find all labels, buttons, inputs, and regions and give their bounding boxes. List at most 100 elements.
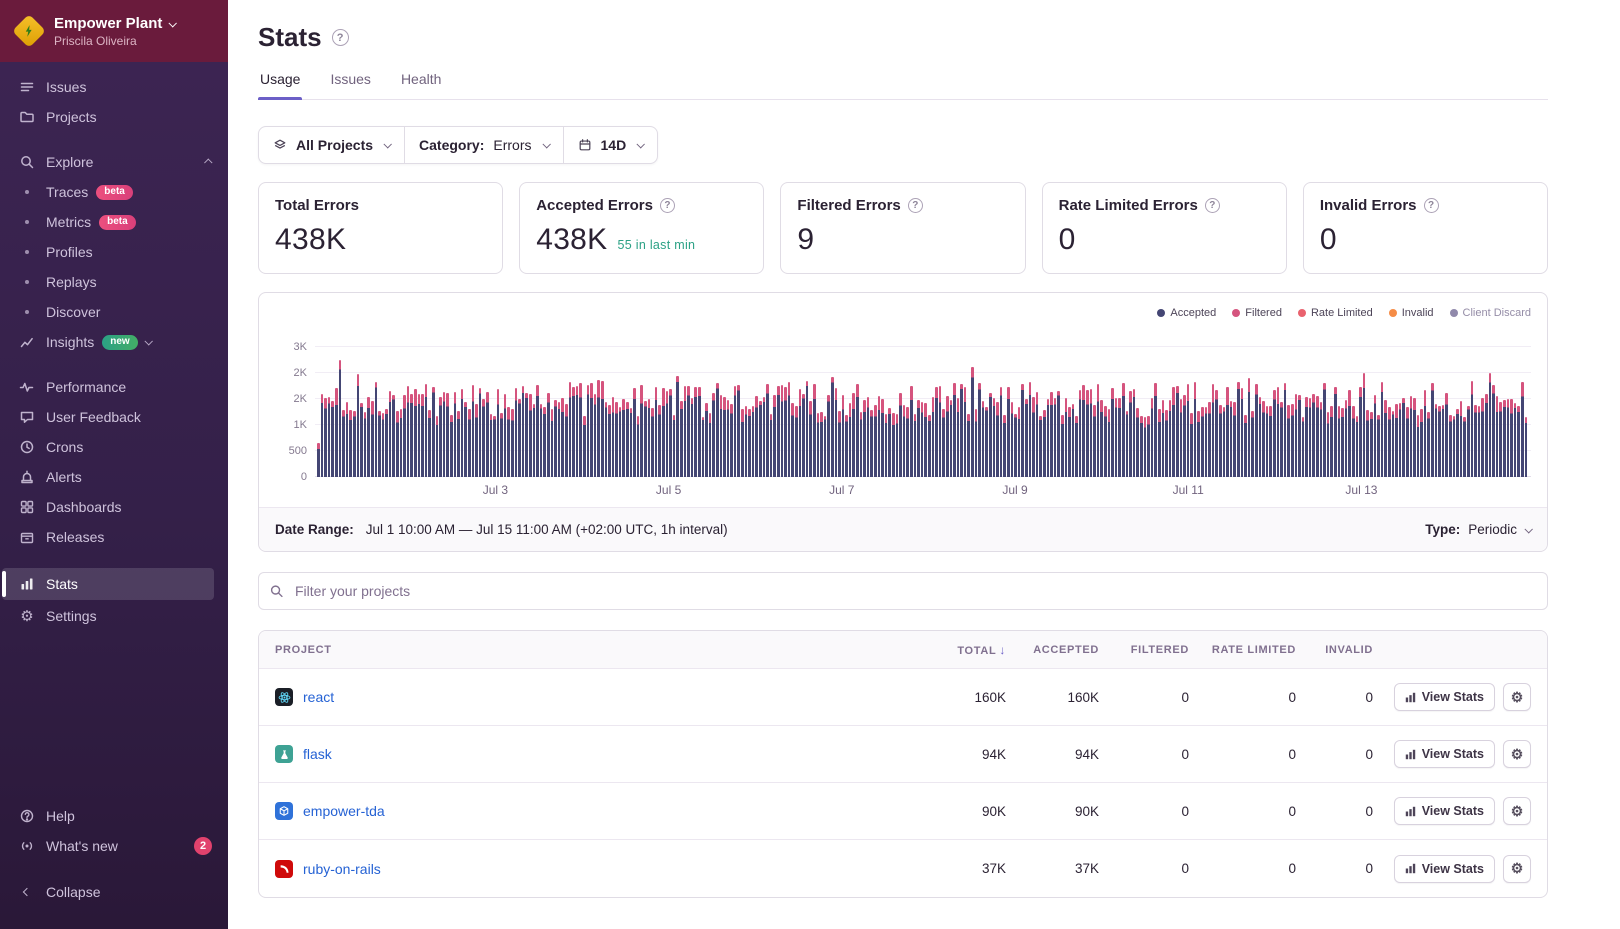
chart-bar[interactable]: [1520, 381, 1524, 477]
chart-bar[interactable]: [460, 389, 464, 477]
chart-bar[interactable]: [780, 385, 784, 477]
chart-bar[interactable]: [924, 402, 927, 477]
chart-bar[interactable]: [442, 391, 446, 477]
chart-bar[interactable]: [1441, 404, 1445, 477]
chart-bar[interactable]: [1132, 389, 1136, 477]
chart-bar[interactable]: [895, 413, 899, 477]
chart-bar[interactable]: [453, 392, 457, 477]
chart-bar[interactable]: [1355, 416, 1359, 477]
chart-bar[interactable]: [557, 402, 561, 477]
chart-bar[interactable]: [1488, 372, 1492, 477]
chart-bar[interactable]: [1010, 401, 1014, 477]
chart-bar[interactable]: [503, 394, 507, 477]
chart-bar[interactable]: [446, 392, 449, 477]
chart-bar[interactable]: [324, 398, 327, 477]
chart-bar[interactable]: [1298, 394, 1301, 477]
chart-bar[interactable]: [1481, 397, 1484, 477]
chart-bar[interactable]: [996, 401, 999, 477]
help-icon[interactable]: ?: [1423, 198, 1439, 213]
chart-bar[interactable]: [536, 385, 539, 477]
chart-bar[interactable]: [342, 409, 345, 477]
chart-bar[interactable]: [514, 388, 518, 477]
chart-bar[interactable]: [737, 384, 741, 477]
chart-bar[interactable]: [1068, 407, 1071, 477]
sidebar-item-dashboards[interactable]: Dashboards: [0, 492, 228, 522]
chart-bar[interactable]: [1334, 387, 1337, 477]
col-rate-limited[interactable]: RATE LIMITED: [1189, 644, 1296, 656]
chart-bar[interactable]: [654, 387, 658, 477]
chart-bar[interactable]: [841, 394, 845, 477]
chart-bar[interactable]: [741, 408, 744, 477]
chart-bar[interactable]: [1035, 392, 1039, 477]
chart-bar[interactable]: [1499, 401, 1502, 477]
chart-bar[interactable]: [1201, 406, 1204, 477]
chart-bar[interactable]: [744, 405, 748, 477]
chart-bar[interactable]: [586, 384, 590, 477]
chart-bar[interactable]: [467, 409, 471, 477]
chart-bar[interactable]: [1039, 416, 1042, 477]
chart-bar[interactable]: [1096, 384, 1100, 477]
chart-bar[interactable]: [363, 412, 367, 477]
chart-bar[interactable]: [802, 393, 805, 477]
chart-bar[interactable]: [1294, 393, 1298, 477]
chart-bar[interactable]: [679, 401, 683, 477]
chart-bar[interactable]: [475, 404, 478, 477]
project-link[interactable]: empower-tda: [303, 803, 385, 819]
chart-bar[interactable]: [1107, 409, 1111, 477]
tab-usage[interactable]: Usage: [258, 69, 303, 100]
chart-bar[interactable]: [1456, 409, 1459, 477]
chart-bar[interactable]: [604, 402, 608, 477]
chart-bar[interactable]: [1053, 398, 1057, 477]
chart-bar[interactable]: [848, 402, 852, 477]
chart-bar[interactable]: [1111, 387, 1114, 477]
tab-issues[interactable]: Issues: [328, 69, 372, 99]
chart-bar[interactable]: [1323, 382, 1326, 477]
page-help-icon[interactable]: ?: [331, 29, 349, 46]
chart-bar[interactable]: [859, 412, 863, 477]
chart-bar[interactable]: [676, 376, 679, 477]
chart-bar[interactable]: [640, 384, 644, 477]
project-link[interactable]: flask: [303, 746, 332, 762]
category-filter-dropdown[interactable]: Category: Errors: [404, 127, 562, 163]
chart-bar[interactable]: [633, 387, 636, 477]
chart-bar[interactable]: [892, 413, 895, 477]
chart-bar[interactable]: [1100, 399, 1104, 477]
chart-bar[interactable]: [974, 408, 978, 477]
project-settings-button[interactable]: ⚙: [1503, 854, 1531, 883]
chart-bar[interactable]: [1233, 402, 1236, 477]
chart-bar[interactable]: [960, 383, 963, 477]
chart-bar[interactable]: [1265, 405, 1269, 477]
sidebar-item-discover[interactable]: Discover: [0, 297, 228, 327]
sidebar-item-settings[interactable]: ⚙ Settings: [0, 601, 228, 631]
chart-bar[interactable]: [615, 402, 618, 477]
chart-bar[interactable]: [1380, 381, 1384, 477]
chart-bar[interactable]: [1510, 399, 1513, 477]
chart-bar[interactable]: [1301, 416, 1305, 477]
chart-bar[interactable]: [762, 397, 766, 477]
legend-rate-limited[interactable]: Rate Limited: [1297, 307, 1373, 319]
chart-bar[interactable]: [820, 412, 823, 477]
chart-bar[interactable]: [1147, 415, 1150, 477]
chart-bar[interactable]: [798, 388, 802, 477]
chart-bar[interactable]: [1024, 398, 1028, 477]
chart-bar[interactable]: [561, 398, 564, 477]
chart-bar[interactable]: [518, 398, 521, 477]
col-accepted[interactable]: ACCEPTED: [1006, 644, 1099, 656]
chart-bar[interactable]: [805, 381, 809, 477]
chart-bar[interactable]: [769, 413, 773, 477]
chart-bar[interactable]: [1042, 410, 1046, 477]
chart-bar[interactable]: [1157, 409, 1161, 477]
chart-bar[interactable]: [755, 395, 759, 477]
search-input[interactable]: [258, 572, 1548, 610]
sidebar-item-issues[interactable]: Issues: [0, 72, 228, 102]
chart-bar[interactable]: [809, 400, 812, 477]
chart-bar[interactable]: [511, 408, 514, 477]
col-filtered[interactable]: FILTERED: [1099, 644, 1189, 656]
chart-bar[interactable]: [708, 412, 712, 477]
project-settings-button[interactable]: ⚙: [1503, 740, 1531, 768]
chart-bar[interactable]: [759, 401, 762, 477]
chart-bar[interactable]: [547, 393, 550, 477]
chart-bar[interactable]: [1161, 399, 1165, 477]
chart-bar[interactable]: [920, 402, 924, 477]
chart-bar[interactable]: [723, 396, 726, 477]
